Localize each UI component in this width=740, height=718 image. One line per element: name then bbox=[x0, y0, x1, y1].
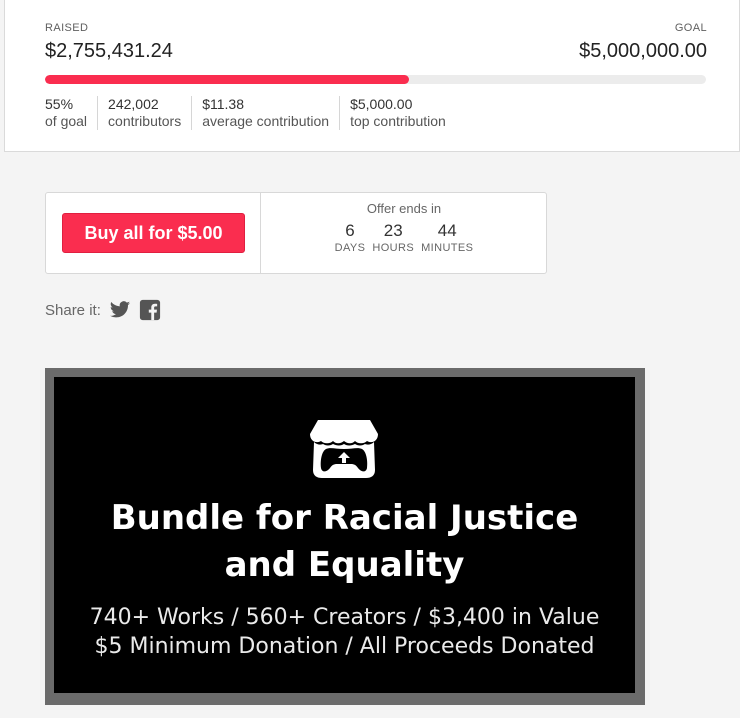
offer-countdown: Offer ends in 6 DAYS 23 HOURS 44 MINUTES bbox=[262, 193, 546, 273]
stats-row: 55% of goal 242,002 contributors $11.38 … bbox=[45, 96, 456, 130]
banner-title-line2: and Equality bbox=[224, 545, 465, 585]
progress-bar-fill bbox=[45, 75, 410, 84]
bundle-banner: Bundle for Racial Justice and Equality 7… bbox=[54, 377, 635, 693]
banner-title-line1: Bundle for Racial Justice bbox=[110, 498, 579, 538]
countdown-days: 6 DAYS bbox=[335, 221, 366, 254]
stat-label: of goal bbox=[45, 113, 88, 129]
raised-label: RAISED bbox=[45, 22, 89, 34]
itchio-logo-icon bbox=[308, 416, 380, 482]
facebook-icon[interactable] bbox=[139, 299, 161, 321]
offer-ends-label: Offer ends in bbox=[366, 201, 442, 216]
hours-value: 23 bbox=[383, 221, 403, 240]
countdown-hours: 23 HOURS bbox=[372, 221, 414, 254]
offer-box: Buy all for $5.00 Offer ends in 6 DAYS 2… bbox=[45, 192, 547, 274]
stat-average-contribution: $11.38 average contribution bbox=[191, 96, 339, 130]
goal-label: GOAL bbox=[674, 22, 707, 34]
minutes-label: MINUTES bbox=[421, 242, 474, 254]
banner-subtitle: 740+ Works / 560+ Creators / $3,400 in V… bbox=[54, 603, 635, 661]
stat-label: average contribution bbox=[202, 113, 330, 129]
days-value: 6 bbox=[345, 221, 355, 240]
stat-value: 242,002 bbox=[108, 96, 159, 112]
fundraising-progress-panel: RAISED $2,755,431.24 GOAL $5,000,000.00 … bbox=[4, 0, 740, 152]
stat-percent-of-goal: 55% of goal bbox=[45, 96, 97, 130]
minutes-value: 44 bbox=[437, 221, 457, 240]
banner-subtitle-line1: 740+ Works / 560+ Creators / $3,400 in V… bbox=[89, 605, 600, 630]
days-label: DAYS bbox=[334, 242, 366, 254]
twitter-icon[interactable] bbox=[109, 299, 131, 321]
countdown-minutes: 44 MINUTES bbox=[421, 221, 473, 254]
stat-label: contributors bbox=[108, 113, 182, 129]
buy-section: Buy all for $5.00 bbox=[46, 193, 261, 273]
bundle-banner-frame: Bundle for Racial Justice and Equality 7… bbox=[45, 368, 645, 705]
stat-value: 55% bbox=[45, 96, 74, 112]
share-label: Share it: bbox=[45, 301, 101, 319]
stat-contributors: 242,002 contributors bbox=[97, 96, 191, 130]
buy-all-button[interactable]: Buy all for $5.00 bbox=[62, 213, 245, 253]
hours-label: HOURS bbox=[372, 242, 415, 254]
stat-value: $5,000.00 bbox=[350, 96, 413, 112]
banner-subtitle-line2: $5 Minimum Donation / All Proceeds Donat… bbox=[94, 634, 595, 659]
banner-title: Bundle for Racial Justice and Equality bbox=[54, 495, 635, 589]
stat-value: $11.38 bbox=[202, 96, 244, 112]
goal-amount: $5,000,000.00 bbox=[579, 40, 707, 62]
stat-top-contribution: $5,000.00 top contribution bbox=[339, 96, 456, 130]
raised-amount: $2,755,431.24 bbox=[45, 40, 173, 62]
stat-label: top contribution bbox=[350, 113, 446, 129]
countdown-timer: 6 DAYS 23 HOURS 44 MINUTES bbox=[262, 221, 546, 254]
share-row: Share it: bbox=[45, 299, 161, 321]
progress-bar bbox=[45, 75, 706, 84]
